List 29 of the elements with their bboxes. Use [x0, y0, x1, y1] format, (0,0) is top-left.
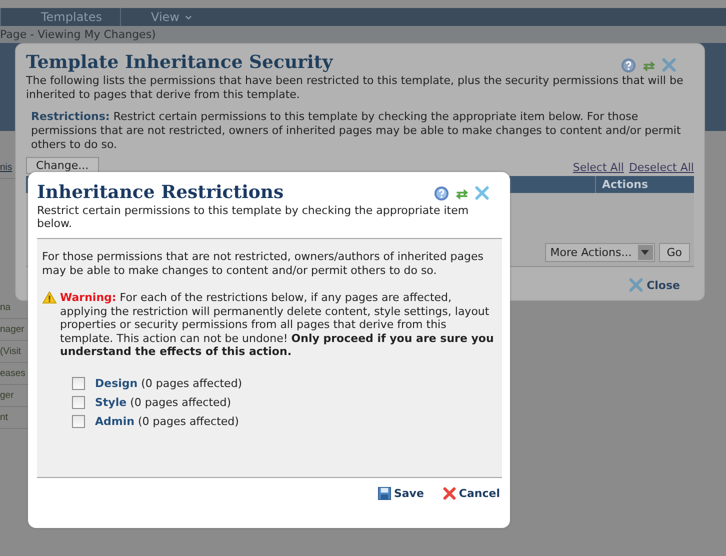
- warning-text: Warning: For each of the restrictions below, if any pages are affected, applying the restriction will permanently delete content, style settings, layout properties or security permissions from all pages that derive from this template. This action can not be undone! Only proceed if you are sure you understand the effects of this action.: [60, 291, 495, 358]
- save-button[interactable]: Save: [378, 487, 424, 500]
- checkbox[interactable]: [72, 376, 85, 390]
- go-button[interactable]: Go: [658, 243, 690, 262]
- change-button[interactable]: Change...: [26, 157, 99, 174]
- close-button[interactable]: Close: [622, 277, 686, 293]
- selection-link[interactable]: Select All: [572, 161, 624, 174]
- checkbox[interactable]: [72, 396, 85, 408]
- option-label: Design (0 pages affected): [95, 376, 242, 390]
- warning-icon: [42, 291, 57, 304]
- restrictions-text: Restrictions: Restrict certain permissions to this template by checking the appropriate item below. For those permissions that are not restricted, owners of inherited pages may be able to make changes to content and/or permit others to do so.: [31, 110, 682, 152]
- breadcrumb-text: Page - Viewing My Changes): [0, 28, 156, 41]
- dialog-subtitle: Restrict certain permissions to this template by checking the appropriate item below.: [37, 204, 470, 230]
- option-label: Style (0 pages affected): [95, 396, 232, 408]
- caret-icon: [641, 250, 650, 255]
- selection-link[interactable]: Deselect All: [628, 161, 694, 174]
- more-actions-dropdown[interactable]: More Actions...: [545, 243, 655, 262]
- checkbox[interactable]: [72, 414, 85, 428]
- help-icon[interactable]: [434, 186, 449, 201]
- chevron-down-icon: [184, 14, 192, 20]
- option-label: Admin (0 pages affected): [95, 414, 239, 428]
- intro-text: For those permissions that are not restricted, owners/authors of inherited pages may be able to make changes to content and/or permit others to do so.: [42, 250, 485, 278]
- dialog-description: The following lists the permissions that have been restricted to this template, plus the security permissions that will be inherited to pages that derive from this template.: [26, 74, 684, 102]
- cancel-button[interactable]: Cancel: [442, 487, 500, 500]
- cancel-icon: [442, 487, 456, 500]
- dialog-title: Inheritance Restrictions: [37, 182, 284, 203]
- dialog-title: Template Inheritance Security: [26, 52, 333, 73]
- help-icon[interactable]: [621, 58, 636, 73]
- close-icon[interactable]: [475, 186, 489, 200]
